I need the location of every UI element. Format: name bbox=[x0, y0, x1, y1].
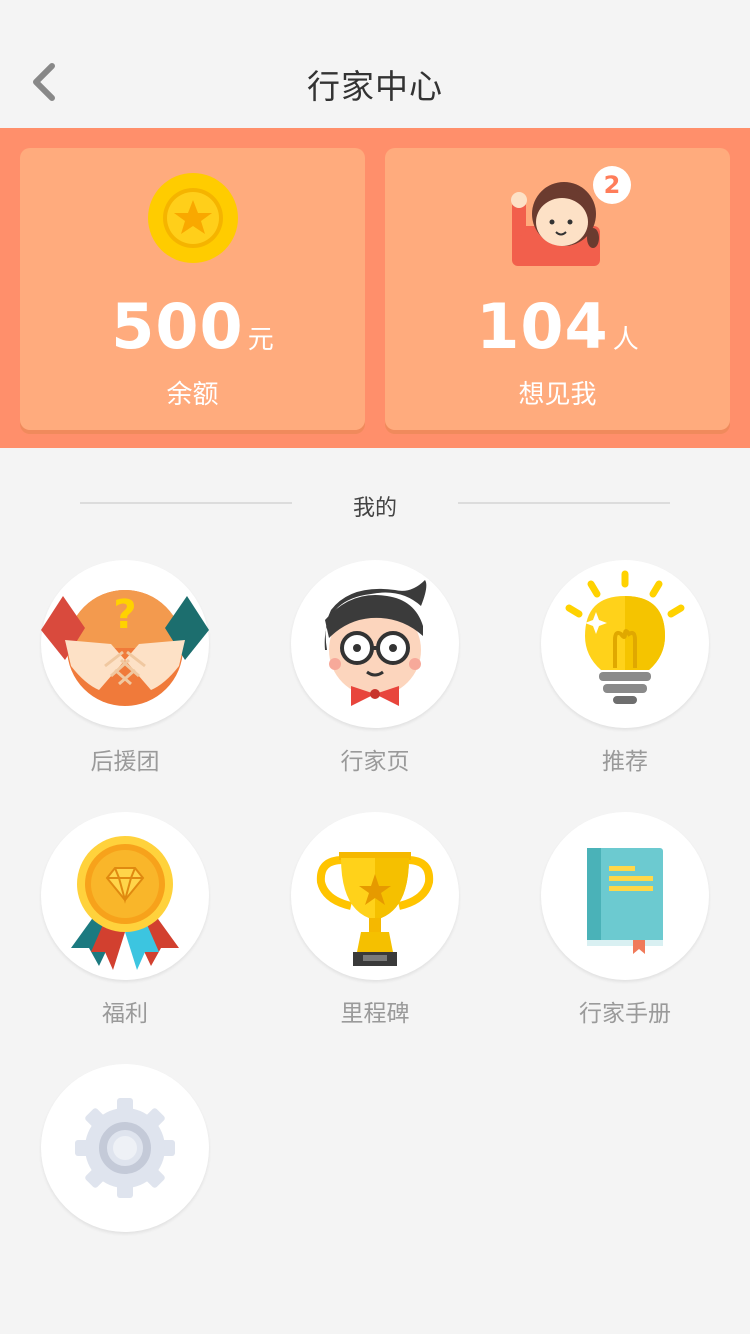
gold-coin-icon bbox=[147, 173, 238, 263]
section-divider-right bbox=[458, 502, 670, 504]
grid-item-label: 里程碑 bbox=[340, 1001, 410, 1027]
icon-circle bbox=[41, 1064, 209, 1232]
gear-icon bbox=[75, 1098, 175, 1198]
icon-circle bbox=[291, 560, 459, 728]
fans-card[interactable]: 2 104 人 想见我 bbox=[385, 148, 730, 430]
icon-circle bbox=[541, 812, 709, 980]
trophy-icon bbox=[316, 852, 434, 966]
grid-item-handbook[interactable]: 行家手册 bbox=[520, 812, 730, 1032]
balance-label: 余额 bbox=[166, 380, 219, 410]
grid-item-recommend[interactable]: 推荐 bbox=[520, 560, 730, 780]
summary-banner: 500 元 余额 2 104 人 想见我 bbox=[0, 128, 750, 448]
fans-value: 104 人 bbox=[476, 290, 639, 363]
grid-item-label: 行家手册 bbox=[579, 1001, 671, 1027]
expert-avatar-icon bbox=[324, 580, 427, 706]
grid-item-welfare[interactable]: 福利 bbox=[20, 812, 230, 1032]
icon-circle bbox=[41, 812, 209, 980]
icon-circle bbox=[541, 560, 709, 728]
balance-card[interactable]: 500 元 余额 bbox=[20, 148, 365, 430]
section-title: 我的 bbox=[352, 496, 397, 521]
grid-item-label: 行家页 bbox=[340, 749, 410, 775]
notification-badge: 2 bbox=[593, 166, 631, 204]
grid-item-label: 推荐 bbox=[602, 749, 648, 775]
grid-item-label: 福利 bbox=[102, 1001, 148, 1027]
handbook-icon bbox=[587, 848, 663, 954]
icon-circle bbox=[291, 812, 459, 980]
icon-circle: ? bbox=[41, 560, 209, 728]
grid-item-label: 后援团 bbox=[90, 749, 160, 775]
balance-value: 500 元 bbox=[111, 290, 274, 363]
handshake-question-icon: ? bbox=[41, 590, 209, 706]
grid-item-expert-page[interactable]: 行家页 bbox=[270, 560, 480, 780]
fans-label: 想见我 bbox=[518, 380, 597, 410]
grid-item-support-team[interactable]: ? 后援团 bbox=[20, 560, 230, 780]
lightbulb-icon bbox=[565, 570, 685, 704]
medal-icon bbox=[71, 836, 179, 970]
page-title: 行家中心 bbox=[307, 67, 443, 106]
waving-girl-icon bbox=[510, 182, 600, 266]
grid-item-settings[interactable] bbox=[20, 1064, 230, 1284]
svg-text:?: ? bbox=[113, 592, 136, 638]
nav-bar: 行家中心 bbox=[0, 0, 750, 128]
grid-item-milestone[interactable]: 里程碑 bbox=[270, 812, 480, 1032]
